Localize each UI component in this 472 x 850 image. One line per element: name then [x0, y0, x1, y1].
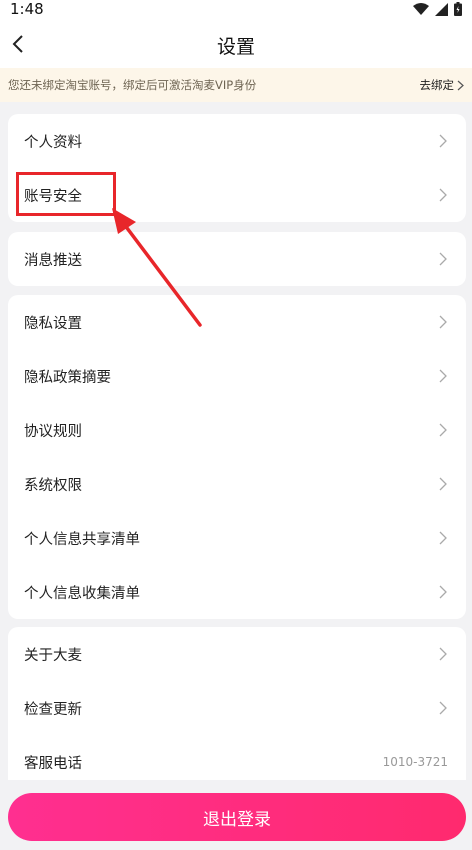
- settings-item-label: 隐私政策摘要: [24, 369, 111, 386]
- chevron-right-icon: [457, 80, 464, 90]
- chevron-right-icon: [439, 315, 447, 329]
- chevron-right-icon: [439, 531, 447, 545]
- bind-notice-text: 您还未绑定淘宝账号，绑定后可激活淘麦VIP身份: [8, 78, 257, 92]
- page-title: 设置: [216, 36, 255, 58]
- chevron-right-icon: [439, 252, 447, 266]
- settings-item-privacy-policy-summary[interactable]: 隐私政策摘要: [8, 349, 466, 403]
- settings-item-info-sharing-list[interactable]: 个人信息共享清单: [8, 511, 466, 565]
- logout-area: 退出登录: [0, 780, 472, 850]
- battery-icon: [454, 2, 462, 16]
- settings-item-label: 关于大麦: [24, 647, 82, 664]
- wifi-icon: [413, 2, 429, 15]
- settings-item-label: 个人资料: [24, 134, 82, 151]
- settings-group-about: 关于大麦 检查更新 客服电话 1010-3721: [8, 627, 466, 789]
- annotation-highlight-box: [16, 172, 116, 216]
- chevron-right-icon: [439, 647, 447, 661]
- chevron-right-icon: [439, 188, 447, 202]
- settings-item-label: 个人信息收集清单: [24, 585, 140, 602]
- settings-item-about[interactable]: 关于大麦: [8, 627, 466, 681]
- logout-button[interactable]: 退出登录: [8, 793, 466, 841]
- chevron-right-icon: [439, 477, 447, 491]
- nav-bar: 设置: [0, 20, 472, 68]
- settings-item-label: 隐私设置: [24, 315, 82, 332]
- settings-group-privacy: 隐私设置 隐私政策摘要 协议规则 系统权限 个人信息共享清单 个人信息收集清单: [8, 295, 466, 619]
- settings-item-label: 个人信息共享清单: [24, 531, 140, 548]
- settings-item-label: 消息推送: [24, 252, 82, 269]
- settings-item-info-collection-list[interactable]: 个人信息收集清单: [8, 565, 466, 619]
- settings-item-profile[interactable]: 个人资料: [8, 114, 466, 168]
- bind-action-label: 去绑定: [419, 78, 455, 92]
- customer-service-phone: 1010-3721: [382, 755, 448, 769]
- chevron-right-icon: [439, 423, 447, 437]
- status-icons: [413, 2, 462, 16]
- settings-item-privacy-settings[interactable]: 隐私设置: [8, 295, 466, 349]
- settings-item-agreement-rules[interactable]: 协议规则: [8, 403, 466, 457]
- settings-item-system-permissions[interactable]: 系统权限: [8, 457, 466, 511]
- settings-item-label: 客服电话: [24, 755, 82, 772]
- settings-item-check-update[interactable]: 检查更新: [8, 681, 466, 735]
- chevron-right-icon: [439, 134, 447, 148]
- bind-notice-banner: 您还未绑定淘宝账号，绑定后可激活淘麦VIP身份 去绑定: [0, 68, 472, 102]
- settings-item-label: 检查更新: [24, 701, 82, 718]
- status-time: 1:48: [10, 0, 44, 18]
- chevron-right-icon: [439, 369, 447, 383]
- settings-item-push-notifications[interactable]: 消息推送: [8, 232, 466, 286]
- chevron-right-icon: [439, 585, 447, 599]
- cell-signal-icon: [435, 2, 448, 16]
- status-bar: 1:48: [0, 0, 472, 20]
- settings-item-label: 协议规则: [24, 423, 82, 440]
- bind-action-link[interactable]: 去绑定: [420, 77, 465, 93]
- settings-group-notifications: 消息推送: [8, 232, 466, 286]
- chevron-right-icon: [439, 701, 447, 715]
- settings-item-label: 系统权限: [24, 477, 82, 494]
